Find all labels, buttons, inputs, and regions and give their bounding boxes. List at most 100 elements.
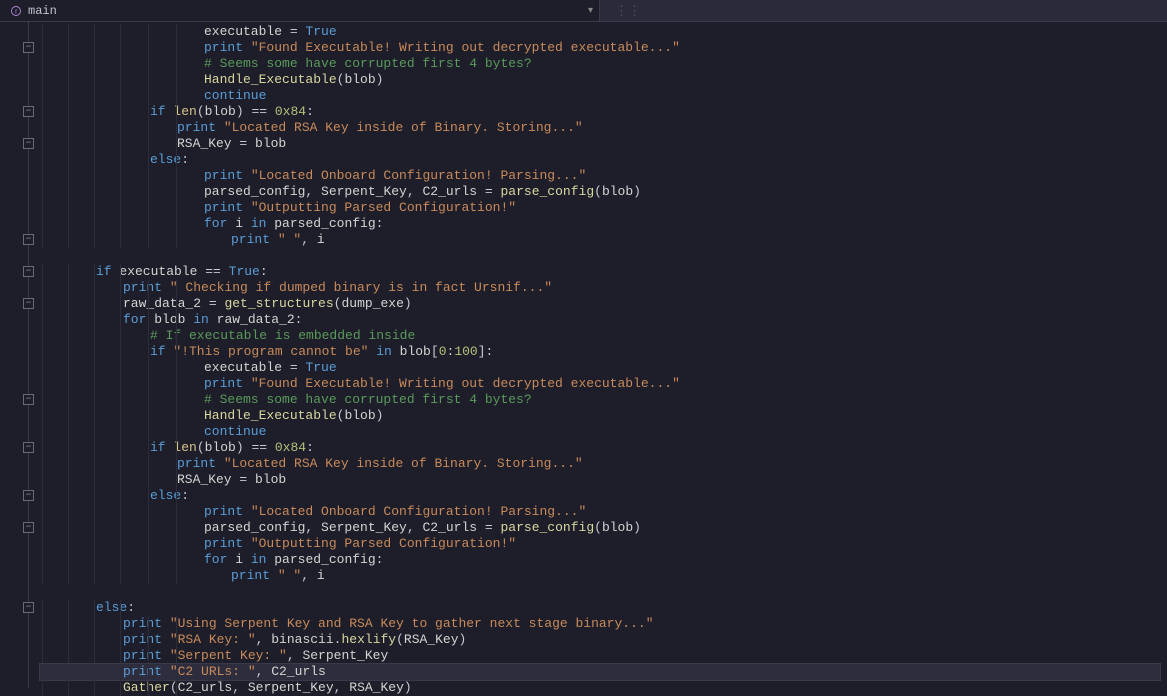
code-line[interactable]: parsed_config, Serpent_Key, C2_urls = pa… <box>40 184 1160 200</box>
code-token: , <box>287 648 303 663</box>
code-line[interactable] <box>40 584 1160 600</box>
code-line[interactable] <box>40 248 1160 264</box>
code-line[interactable]: for blob in raw_data_2: <box>40 312 1160 328</box>
code-line[interactable]: # Seems some have corrupted first 4 byte… <box>40 56 1160 72</box>
indent-guide <box>148 56 149 72</box>
code-token: print <box>123 648 170 663</box>
indent-guide <box>42 152 43 168</box>
code-token: , <box>301 568 317 583</box>
code-line[interactable]: RSA_Key = blob <box>40 136 1160 152</box>
code-line[interactable]: else: <box>40 600 1160 616</box>
indent-guide <box>42 24 43 40</box>
code-line[interactable]: print "RSA Key: ", binascii.hexlify(RSA_… <box>40 632 1160 648</box>
indent-guide <box>176 664 177 680</box>
indent-guide <box>42 504 43 520</box>
code-line[interactable]: continue <box>40 424 1160 440</box>
code-line[interactable]: print "Located RSA Key inside of Binary.… <box>40 120 1160 136</box>
tab-splitter[interactable]: ⋮⋮ <box>625 0 631 22</box>
fold-toggle[interactable]: − <box>23 266 34 277</box>
fold-toggle[interactable]: − <box>23 602 34 613</box>
fold-toggle[interactable]: − <box>23 394 34 405</box>
fold-toggle[interactable]: − <box>23 442 34 453</box>
code-line[interactable]: executable = True <box>40 360 1160 376</box>
code-line[interactable]: print " ", i <box>40 568 1160 584</box>
fold-toggle[interactable]: − <box>23 490 34 501</box>
code-line[interactable]: print "Outputting Parsed Configuration!" <box>40 200 1160 216</box>
code-token: if <box>150 440 173 455</box>
indent-guide <box>176 568 177 584</box>
indent-guide <box>148 408 149 424</box>
code-line[interactable]: parsed_config, Serpent_Key, C2_urls = pa… <box>40 520 1160 536</box>
code-token: "Located Onboard Configuration! Parsing.… <box>251 504 586 519</box>
code-token: hexlify <box>341 632 396 647</box>
code-line[interactable]: for i in parsed_config: <box>40 216 1160 232</box>
code-line[interactable]: print "Serpent Key: ", Serpent_Key <box>40 648 1160 664</box>
fold-gutter[interactable]: − − − − − − − − − − − <box>18 22 40 688</box>
code-line[interactable]: for i in parsed_config: <box>40 552 1160 568</box>
indent-guide <box>42 392 43 408</box>
code-line[interactable]: Gather(C2_urls, Serpent_Key, RSA_Key) <box>40 680 1160 696</box>
code-line[interactable]: print "Using Serpent Key and RSA Key to … <box>40 616 1160 632</box>
code-line[interactable]: # If executable is embedded inside <box>40 328 1160 344</box>
indent-guide <box>120 88 121 104</box>
code-line[interactable]: if "!This program cannot be" in blob[0:1… <box>40 344 1160 360</box>
code-token: C2_urls <box>271 664 326 679</box>
indent-guide <box>120 536 121 552</box>
code-line[interactable]: executable = True <box>40 24 1160 40</box>
indent-guide <box>68 280 69 296</box>
code-line[interactable]: print "Outputting Parsed Configuration!" <box>40 536 1160 552</box>
code-token: dump_exe <box>341 296 403 311</box>
indent-guide <box>176 392 177 408</box>
code-line[interactable]: Handle_Executable(blob) <box>40 72 1160 88</box>
code-line[interactable]: raw_data_2 = get_structures(dump_exe) <box>40 296 1160 312</box>
code-line[interactable]: else: <box>40 152 1160 168</box>
indent-guide <box>94 632 95 648</box>
code-line[interactable]: # Seems some have corrupted first 4 byte… <box>40 392 1160 408</box>
indent-guide <box>120 168 121 184</box>
code-line[interactable]: if len(blob) == 0x84: <box>40 440 1160 456</box>
fold-toggle[interactable]: − <box>23 298 34 309</box>
fold-toggle[interactable]: − <box>23 106 34 117</box>
indent-guide <box>68 504 69 520</box>
code-token: in <box>376 344 399 359</box>
code-line[interactable]: if len(blob) == 0x84: <box>40 104 1160 120</box>
code-line[interactable]: print " ", i <box>40 232 1160 248</box>
fold-toggle[interactable]: − <box>23 522 34 533</box>
code-token: Serpent_Key <box>302 648 388 663</box>
indent-guide <box>42 72 43 88</box>
chevron-down-icon[interactable]: ▾ <box>588 5 593 17</box>
code-line[interactable]: print " Checking if dumped binary is in … <box>40 280 1160 296</box>
fold-toggle[interactable]: − <box>23 42 34 53</box>
code-line[interactable]: RSA_Key = blob <box>40 472 1160 488</box>
indent-guide <box>176 408 177 424</box>
code-token: Handle_Executable <box>204 72 337 87</box>
code-line[interactable]: print "Found Executable! Writing out dec… <box>40 376 1160 392</box>
code-token: = <box>485 184 501 199</box>
indent-guide <box>176 152 177 168</box>
code-line[interactable]: else: <box>40 488 1160 504</box>
indent-guide <box>148 376 149 392</box>
indent-guide <box>148 120 149 136</box>
indent-guide <box>68 600 69 616</box>
code-line[interactable]: Handle_Executable(blob) <box>40 408 1160 424</box>
indent-guide <box>148 552 149 568</box>
indent-guide <box>148 200 149 216</box>
fold-toggle[interactable]: − <box>23 234 34 245</box>
code-area[interactable]: executable = Trueprint "Found Executable… <box>40 22 1160 688</box>
code-token: "RSA Key: " <box>170 632 256 647</box>
code-line[interactable]: print "Found Executable! Writing out dec… <box>40 40 1160 56</box>
code-line[interactable]: if executable == True: <box>40 264 1160 280</box>
code-line[interactable]: print "Located RSA Key inside of Binary.… <box>40 456 1160 472</box>
code-line[interactable]: print "Located Onboard Configuration! Pa… <box>40 168 1160 184</box>
indent-guide <box>148 328 149 344</box>
indent-guide <box>176 472 177 488</box>
code-line[interactable]: continue <box>40 88 1160 104</box>
indent-guide <box>148 280 149 296</box>
indent-guide <box>148 568 149 584</box>
indent-guide <box>148 680 149 696</box>
code-line[interactable]: print "Located Onboard Configuration! Pa… <box>40 504 1160 520</box>
tab-main[interactable]: f main ▾ <box>0 0 600 21</box>
code-line[interactable]: print "C2 URLs: ", C2_urls <box>40 664 1160 680</box>
code-token: parse_config <box>501 520 595 535</box>
fold-toggle[interactable]: − <box>23 138 34 149</box>
